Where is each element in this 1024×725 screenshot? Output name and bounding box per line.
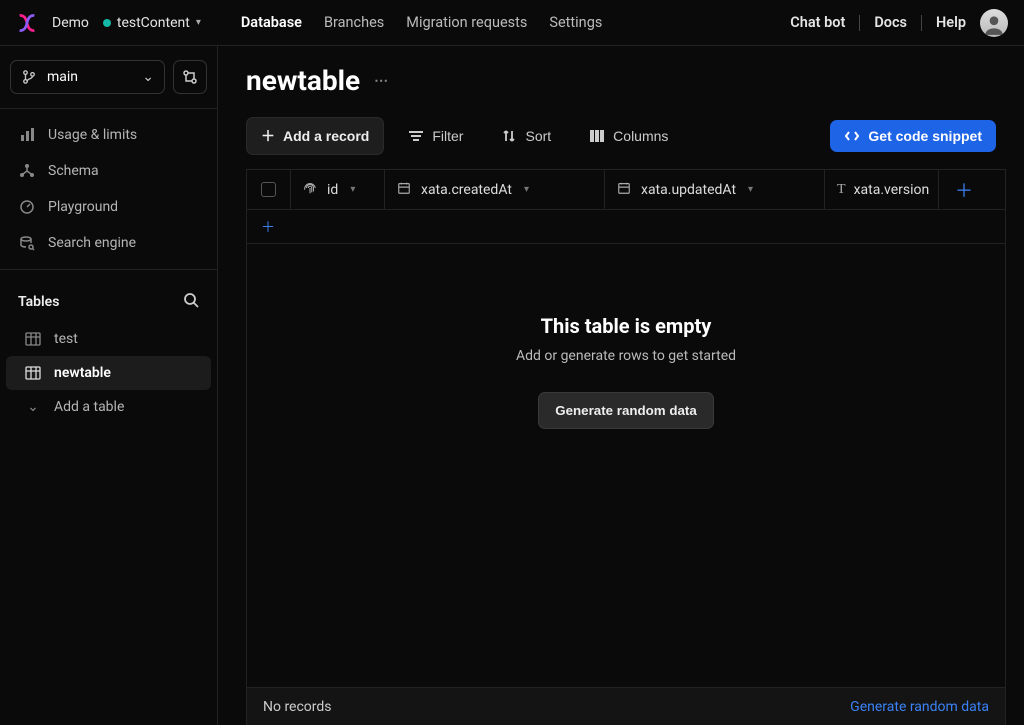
sidebar-item-usage[interactable]: Usage & limits xyxy=(0,117,217,153)
top-nav: Demo testContent ▾ Database Branches Mig… xyxy=(0,0,1024,46)
column-header-label: xata.version xyxy=(854,182,930,198)
sidebar-item-label: Schema xyxy=(48,163,99,179)
add-record-button[interactable]: ＋ Add a record xyxy=(246,117,384,155)
breadcrumb-database-name: testContent xyxy=(117,15,190,31)
more-options-button[interactable]: ⋯ xyxy=(374,73,390,89)
code-icon xyxy=(844,128,860,144)
generate-random-data-link[interactable]: Generate random data xyxy=(850,699,989,715)
calendar-icon xyxy=(617,181,633,199)
plus-icon: ＋ xyxy=(261,126,275,146)
branch-name: main xyxy=(47,69,132,85)
checkbox-icon xyxy=(261,182,276,197)
add-row-inline-button[interactable]: ＋ xyxy=(247,210,1005,244)
sidebar-item-label: Playground xyxy=(48,199,118,215)
columns-button[interactable]: Columns xyxy=(575,120,682,152)
empty-state-title: This table is empty xyxy=(541,314,712,338)
avatar[interactable] xyxy=(980,9,1008,37)
calendar-icon xyxy=(397,181,413,199)
column-header-label: id xyxy=(327,182,338,198)
search-db-icon xyxy=(18,234,36,252)
column-menu-icon[interactable]: ▾ xyxy=(350,184,355,195)
sort-icon xyxy=(501,128,517,144)
add-table-label: Add a table xyxy=(54,399,124,415)
text-icon: T xyxy=(837,182,846,198)
sidebar-item-label: Usage & limits xyxy=(48,127,137,143)
filter-label: Filter xyxy=(432,128,463,144)
compare-branches-button[interactable] xyxy=(173,60,207,94)
nodes-icon xyxy=(18,162,36,180)
add-record-label: Add a record xyxy=(283,128,369,144)
plus-icon: ＋ xyxy=(955,177,973,203)
sidebar-item-schema[interactable]: Schema xyxy=(0,153,217,189)
column-header-label: xata.createdAt xyxy=(421,182,512,198)
get-code-snippet-button[interactable]: Get code snippet xyxy=(830,120,996,152)
sidebar-item-label: Search engine xyxy=(48,235,136,251)
grid-footer: No records Generate random data xyxy=(247,687,1005,725)
plus-icon: ＋ xyxy=(261,217,275,237)
help-link[interactable]: Help xyxy=(936,14,966,31)
filter-button[interactable]: Filter xyxy=(394,120,477,152)
column-header-id[interactable]: id ▾ xyxy=(291,170,385,209)
record-count-status: No records xyxy=(263,699,332,715)
gauge-icon xyxy=(18,198,36,216)
tab-settings[interactable]: Settings xyxy=(549,14,602,31)
grid-header-row: id ▾ xata.createdAt ▾ xata.updatedAt ▾ xyxy=(247,170,1005,210)
columns-icon xyxy=(589,128,605,144)
tab-branches[interactable]: Branches xyxy=(324,14,384,31)
column-header-label: xata.updatedAt xyxy=(641,182,736,198)
tab-migration-requests[interactable]: Migration requests xyxy=(406,14,527,31)
top-right: Chat bot Docs Help xyxy=(790,9,1008,37)
generate-random-data-button[interactable]: Generate random data xyxy=(538,392,713,429)
chevron-down-icon: ▾ xyxy=(196,17,201,28)
table-icon xyxy=(24,330,42,348)
chevron-down-icon: ⌄ xyxy=(142,69,154,85)
empty-state-subtitle: Add or generate rows to get started xyxy=(516,348,736,364)
column-header-updatedat[interactable]: xata.updatedAt ▾ xyxy=(605,170,825,209)
status-dot-icon xyxy=(103,19,111,27)
search-tables-button[interactable] xyxy=(183,292,199,312)
table-item-newtable[interactable]: newtable xyxy=(6,356,211,390)
breadcrumb-database[interactable]: testContent ▾ xyxy=(103,15,201,31)
add-column-button[interactable]: ＋ xyxy=(939,170,989,209)
columns-label: Columns xyxy=(613,128,668,144)
empty-state: This table is empty Add or generate rows… xyxy=(247,244,1005,687)
chevron-down-icon: ⌄ xyxy=(24,398,42,416)
select-all-checkbox[interactable] xyxy=(247,170,291,209)
branch-selector[interactable]: main ⌄ xyxy=(10,60,165,94)
column-header-createdat[interactable]: xata.createdAt ▾ xyxy=(385,170,605,209)
column-header-version[interactable]: T xata.version xyxy=(825,170,939,209)
filter-icon xyxy=(408,128,424,144)
sidebar-item-search-engine[interactable]: Search engine xyxy=(0,225,217,261)
git-branch-icon xyxy=(21,69,37,85)
sort-button[interactable]: Sort xyxy=(487,120,565,152)
data-grid: id ▾ xata.createdAt ▾ xata.updatedAt ▾ xyxy=(246,169,1006,725)
sort-label: Sort xyxy=(525,128,551,144)
table-toolbar: ＋ Add a record Filter Sort Columns xyxy=(218,107,1024,169)
divider xyxy=(859,15,860,31)
add-table-button[interactable]: ⌄ Add a table xyxy=(6,390,211,424)
tables-header: Tables xyxy=(0,278,217,322)
divider xyxy=(921,15,922,31)
page-title: newtable xyxy=(246,64,360,97)
column-menu-icon[interactable]: ▾ xyxy=(748,184,753,195)
tab-database[interactable]: Database xyxy=(241,14,302,31)
code-snippet-label: Get code snippet xyxy=(868,128,982,144)
table-item-label: test xyxy=(54,331,78,347)
main-content: newtable ⋯ ＋ Add a record Filter Sort xyxy=(218,46,1024,725)
table-item-test[interactable]: test xyxy=(6,322,211,356)
table-icon xyxy=(24,364,42,382)
top-tabs: Database Branches Migration requests Set… xyxy=(241,14,602,31)
fingerprint-icon xyxy=(303,181,319,199)
column-menu-icon[interactable]: ▾ xyxy=(524,184,529,195)
bar-chart-icon xyxy=(18,126,36,144)
table-item-label: newtable xyxy=(54,365,111,381)
sidebar-item-playground[interactable]: Playground xyxy=(0,189,217,225)
sidebar: main ⌄ Usage & limits Schema xyxy=(0,46,218,725)
chat-bot-link[interactable]: Chat bot xyxy=(790,14,845,31)
tables-header-label: Tables xyxy=(18,294,59,310)
logo-icon xyxy=(16,12,38,34)
docs-link[interactable]: Docs xyxy=(874,14,907,31)
breadcrumb-workspace[interactable]: Demo xyxy=(52,15,89,31)
